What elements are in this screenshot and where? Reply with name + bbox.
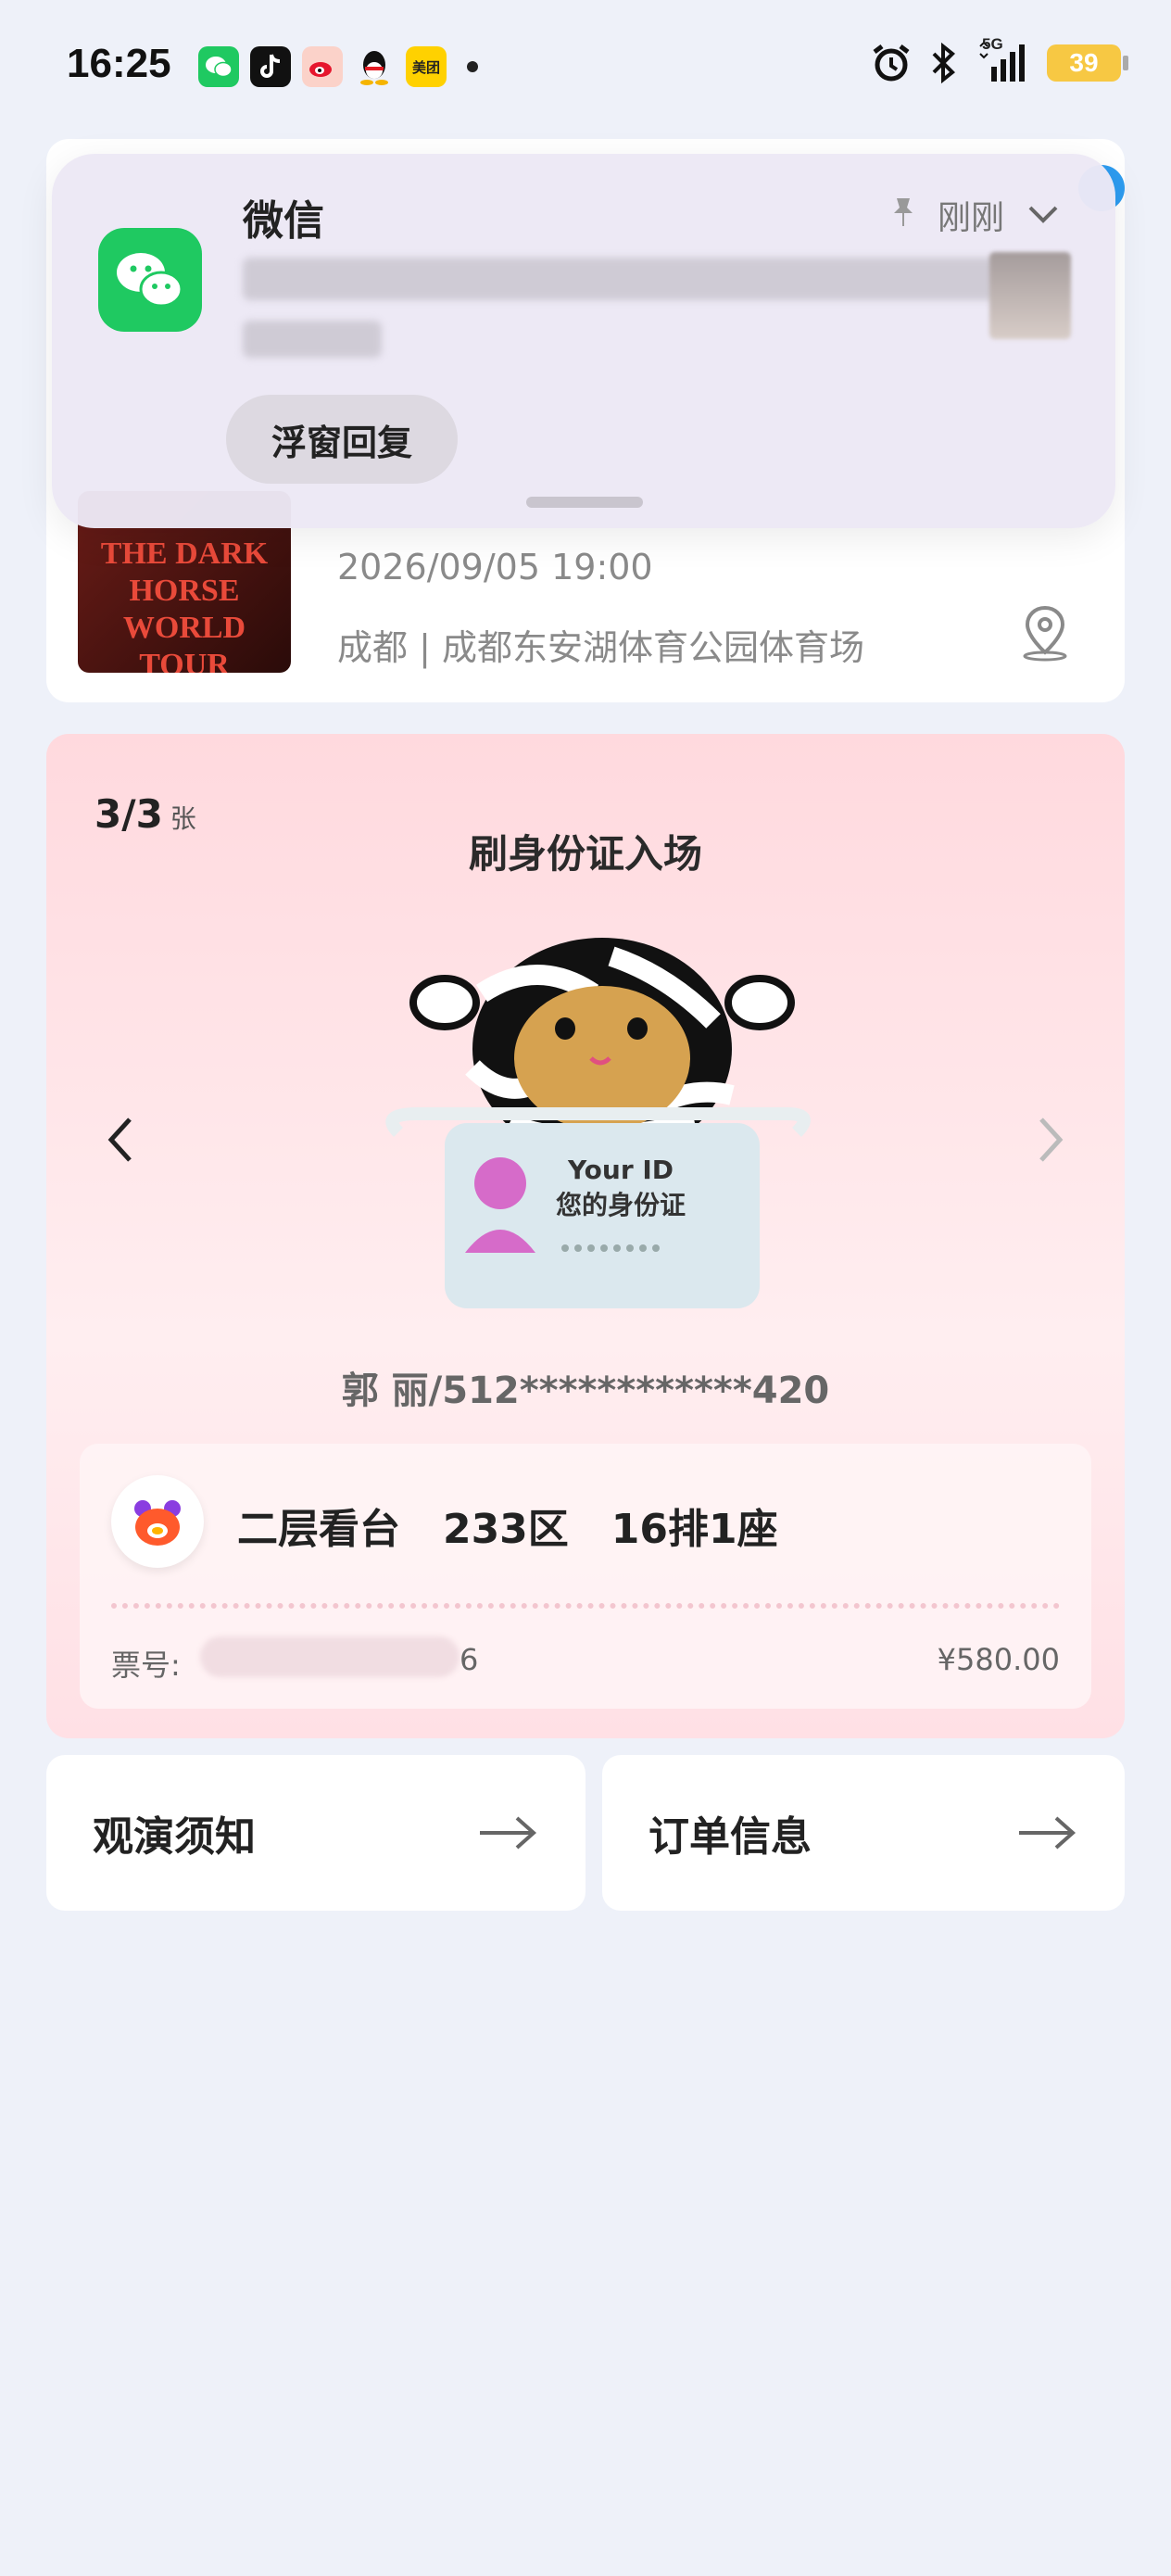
ticket-card: 3/3 张 刷身份证入场 Your ID 您的身份证 郭 丽/512******… bbox=[46, 734, 1125, 1738]
map-pin-icon[interactable] bbox=[1015, 602, 1075, 662]
next-ticket-arrow-icon[interactable] bbox=[1032, 1112, 1069, 1168]
message-thumbnail bbox=[989, 252, 1071, 339]
redacted-message-line-1 bbox=[243, 258, 1002, 300]
drag-handle[interactable] bbox=[526, 497, 643, 508]
bluetooth-icon bbox=[932, 43, 955, 83]
system-status: 5G 39 bbox=[871, 35, 1128, 83]
wechat-notification[interactable]: 微信 刚刚 浮窗回复 bbox=[52, 154, 1115, 528]
poster-title: THE DARK HORSE WORLD TOUR bbox=[100, 537, 269, 673]
id-card-subtitle: 您的身份证 bbox=[556, 1190, 686, 1220]
arrow-right-icon bbox=[1019, 1816, 1077, 1850]
more-notifications-dot bbox=[467, 61, 478, 72]
ticket-number-tail: 6 bbox=[460, 1642, 479, 1677]
order-info-label: 订单信息 bbox=[648, 1813, 812, 1861]
signal-indicator: 5G bbox=[976, 35, 1028, 83]
wechat-icon bbox=[198, 46, 239, 87]
viewing-notice-button[interactable]: 观演须知 bbox=[46, 1755, 586, 1911]
prev-ticket-arrow-icon[interactable] bbox=[102, 1112, 139, 1168]
float-reply-button[interactable]: 浮窗回复 bbox=[226, 395, 458, 484]
viewing-notice-label: 观演须知 bbox=[93, 1813, 256, 1861]
alarm-icon bbox=[873, 44, 910, 82]
notification-app-name: 微信 bbox=[243, 197, 324, 245]
ticket-holder-id: 郭 丽/512************420 bbox=[341, 1370, 830, 1412]
seat-location: 二层看台 233区 16排1座 bbox=[237, 1506, 778, 1553]
battery-indicator: 39 bbox=[1047, 44, 1128, 82]
notification-app-icons: 美团 bbox=[198, 46, 478, 87]
dotted-divider bbox=[111, 1603, 1060, 1609]
notification-time: 刚刚 bbox=[937, 199, 1004, 237]
entry-method: 刷身份证入场 bbox=[468, 831, 702, 877]
douyin-icon bbox=[250, 46, 291, 87]
order-info-button[interactable]: 订单信息 bbox=[602, 1755, 1125, 1911]
app-logo-icon bbox=[111, 1475, 204, 1568]
network-type: 5G bbox=[982, 35, 1003, 53]
chevron-down-icon[interactable] bbox=[1025, 200, 1062, 228]
id-card-title: Your ID bbox=[567, 1155, 674, 1185]
event-venue: 成都 | 成都东安湖体育公园体育场 bbox=[337, 627, 864, 668]
meituan-icon: 美团 bbox=[406, 46, 447, 87]
ticket-number-label: 票号: bbox=[111, 1648, 181, 1683]
wechat-icon bbox=[98, 228, 202, 332]
status-bar: 16:25 美团 5G 39 bbox=[0, 0, 1171, 139]
arrow-right-icon bbox=[480, 1816, 537, 1850]
event-datetime: 2026/09/05 19:00 bbox=[337, 547, 653, 587]
seat-info-panel: 二层看台 233区 16排1座 票号: 6 ¥580.00 bbox=[80, 1444, 1091, 1709]
pin-icon[interactable] bbox=[891, 196, 915, 228]
qq-icon bbox=[354, 46, 395, 87]
weibo-icon bbox=[302, 46, 343, 87]
redacted-message-line-2 bbox=[243, 321, 382, 358]
clock: 16:25 bbox=[67, 41, 171, 86]
redacted-ticket-number bbox=[200, 1636, 460, 1677]
ticket-price: ¥580.00 bbox=[937, 1642, 1060, 1677]
id-card-mascot-illustration: Your ID 您的身份证 bbox=[380, 919, 825, 1327]
